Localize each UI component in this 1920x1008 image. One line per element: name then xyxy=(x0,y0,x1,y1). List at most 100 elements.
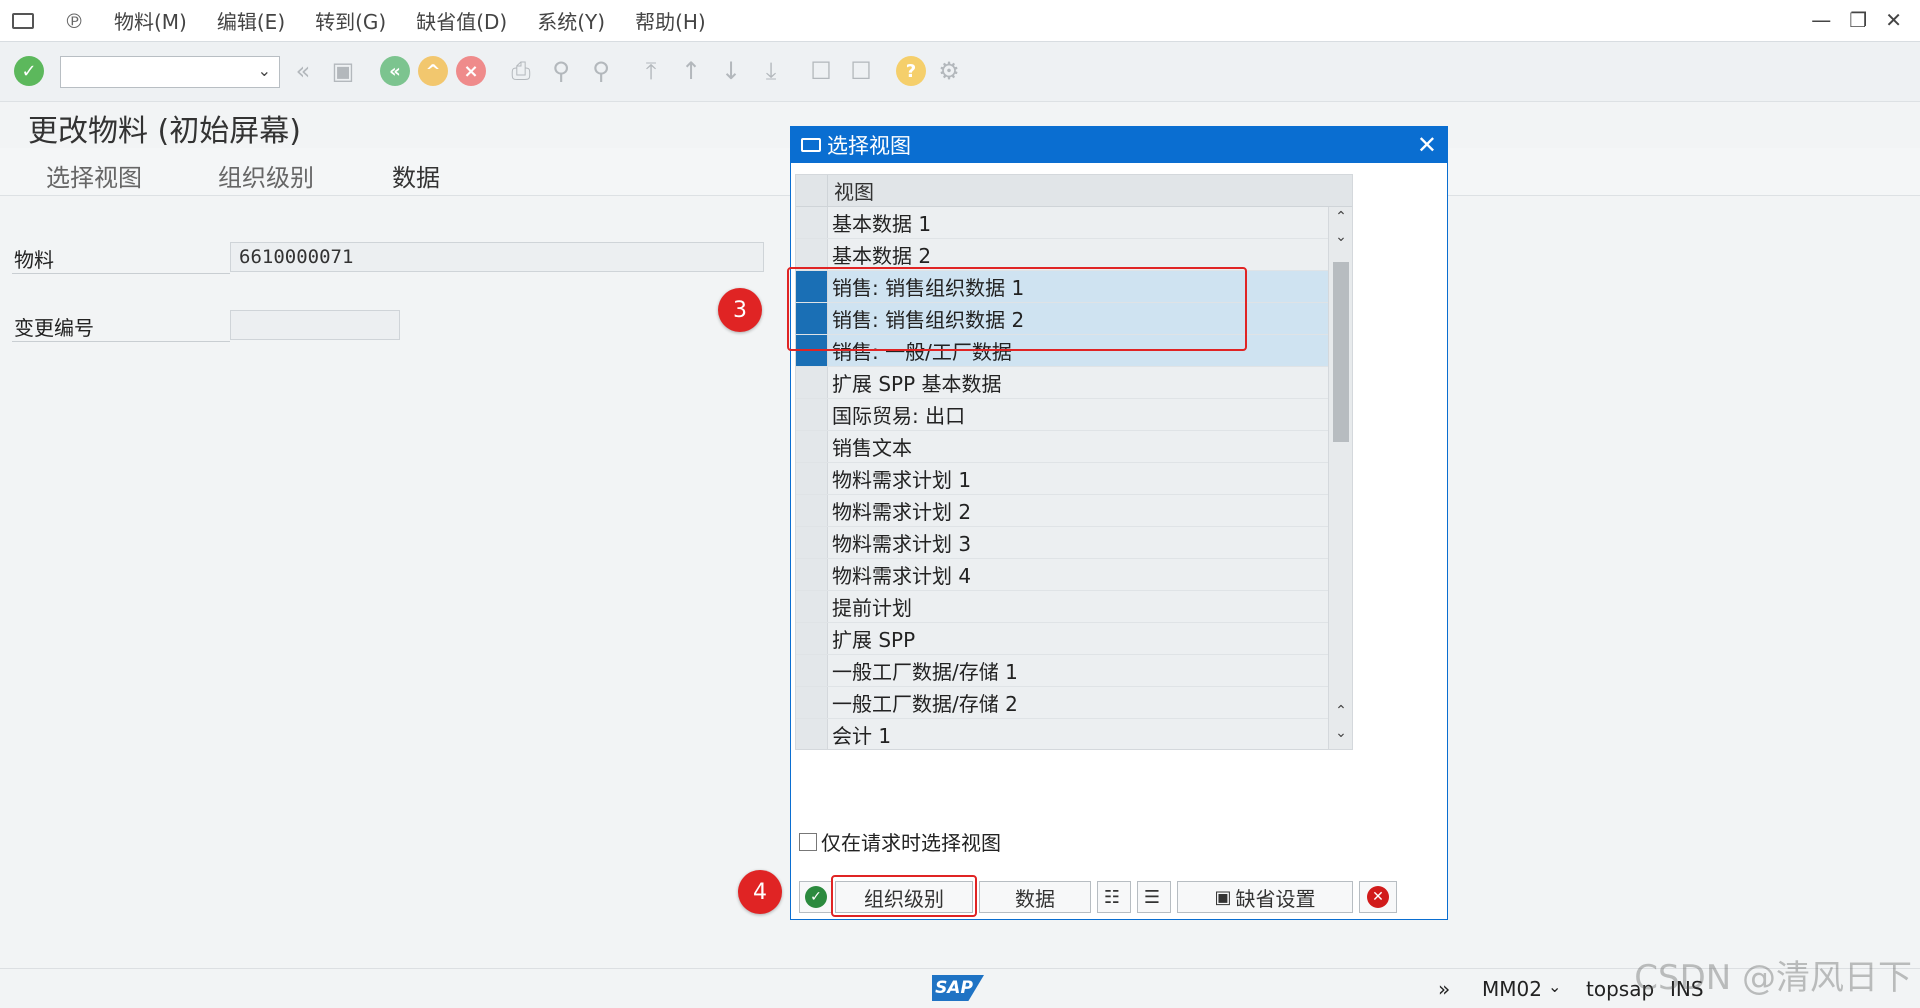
chevron-down-icon[interactable]: ⌄ xyxy=(1548,977,1561,996)
select-all-cell[interactable] xyxy=(796,175,828,207)
row-select-cell[interactable] xyxy=(796,495,828,526)
find-icon[interactable]: ⚲ xyxy=(546,56,576,86)
expand-status-icon[interactable]: » xyxy=(1438,977,1450,1001)
enter-icon[interactable]: ✓ xyxy=(14,56,44,86)
view-label: 物料需求计划 3 xyxy=(832,532,972,556)
deselect-all-button[interactable]: ☰ xyxy=(1137,881,1171,913)
restore-icon[interactable]: ❐ xyxy=(1849,8,1867,32)
save-icon[interactable]: ▣ xyxy=(328,56,358,86)
row-select-cell[interactable] xyxy=(796,527,828,558)
exit-icon[interactable]: ^ xyxy=(418,56,448,86)
minimize-icon[interactable]: — xyxy=(1811,8,1831,32)
previous-page-icon[interactable]: ↑ xyxy=(676,56,706,86)
close-window-icon[interactable]: ✕ xyxy=(1885,8,1902,32)
table-row[interactable]: 物料需求计划 2 xyxy=(796,495,1352,527)
row-select-cell[interactable] xyxy=(796,463,828,494)
table-row[interactable]: 基本数据 1 xyxy=(796,207,1352,239)
gear-icon[interactable]: ⚙ xyxy=(934,56,964,86)
step-badge-4: 4 xyxy=(738,870,782,914)
table-row[interactable]: 扩展 SPP 基本数据 xyxy=(796,367,1352,399)
menu-system[interactable]: 系统(Y) xyxy=(537,6,605,35)
row-select-cell[interactable] xyxy=(796,431,828,462)
row-select-cell[interactable] xyxy=(796,367,828,398)
menu-edit[interactable]: 编辑(E) xyxy=(217,6,285,35)
row-select-cell[interactable] xyxy=(796,559,828,590)
default-settings-button[interactable]: ▣ 缺省设置 xyxy=(1177,881,1353,913)
table-row[interactable]: 扩展 SPP xyxy=(796,623,1352,655)
table-row[interactable]: 物料需求计划 4 xyxy=(796,559,1352,591)
view-label: 提前计划 xyxy=(832,596,912,620)
view-label: 物料需求计划 2 xyxy=(832,500,972,524)
highlight-org-levels xyxy=(831,875,977,917)
table-row[interactable]: 物料需求计划 3 xyxy=(796,527,1352,559)
last-page-icon[interactable]: ⤓ xyxy=(756,56,786,86)
views-table-header: 视图 xyxy=(796,175,1352,207)
next-page-icon[interactable]: ↓ xyxy=(716,56,746,86)
only-on-request-checkbox[interactable] xyxy=(799,832,817,851)
only-on-request-label: 仅在请求时选择视图 xyxy=(821,831,1001,855)
watermark: CSDN @清风日下 xyxy=(1634,958,1912,998)
command-field[interactable]: ⌄ xyxy=(60,56,280,88)
scroll-thumb[interactable] xyxy=(1333,262,1349,442)
data-button[interactable]: 数据 xyxy=(392,158,440,193)
row-select-cell[interactable] xyxy=(796,623,828,654)
select-all-icon: ☷ xyxy=(1103,886,1121,908)
print-icon[interactable]: ⎙ xyxy=(506,56,536,86)
row-select-cell[interactable] xyxy=(796,207,828,238)
views-table: 视图 基本数据 1 基本数据 2 销售: 销售组织数据 1 销售: 销售组织数据 2销… xyxy=(795,174,1353,750)
scroll-up-icon[interactable]: ⌃ xyxy=(1329,209,1352,225)
change-number-input[interactable] xyxy=(230,310,400,340)
table-row[interactable]: 国际贸易: 出口 xyxy=(796,399,1352,431)
cancel-icon[interactable]: × xyxy=(456,56,486,86)
table-row[interactable]: 一般工厂数据/存储 2 xyxy=(796,687,1352,719)
view-label: 一般工厂数据/存储 2 xyxy=(832,692,1018,716)
views-scrollbar[interactable]: ⌃ ⌄ ⌃ ⌄ xyxy=(1328,207,1352,749)
first-page-icon[interactable]: ⤒ xyxy=(636,56,666,86)
table-row[interactable]: 提前计划 xyxy=(796,591,1352,623)
personalize-icon[interactable]: ℗ xyxy=(64,11,84,31)
chevron-down-icon[interactable]: ⌄ xyxy=(258,61,271,80)
data-dialog-button[interactable]: 数据 xyxy=(979,881,1091,913)
page-up-icon[interactable]: ⌃ xyxy=(1329,703,1352,719)
view-label: 国际贸易: 出口 xyxy=(832,404,966,428)
back-double-icon[interactable]: « xyxy=(288,56,318,86)
table-row[interactable]: 一般工厂数据/存储 1 xyxy=(796,655,1352,687)
menu-material[interactable]: 物料(M) xyxy=(114,6,187,35)
cancel-button[interactable]: ✕ xyxy=(1359,881,1397,913)
row-select-cell[interactable] xyxy=(796,719,828,749)
only-on-request-option[interactable]: 仅在请求时选择视图 xyxy=(799,827,1001,856)
row-select-cell[interactable] xyxy=(796,687,828,718)
back-icon[interactable]: « xyxy=(380,56,410,86)
table-row[interactable]: 会计 1 xyxy=(796,719,1352,749)
scroll-down-icon[interactable]: ⌄ xyxy=(1329,229,1352,245)
row-select-cell[interactable] xyxy=(796,591,828,622)
menu-bar: ℗ 物料(M) 编辑(E) 转到(G) 缺省值(D) 系统(Y) 帮助(H) —… xyxy=(0,0,1920,42)
step-badge-3: 3 xyxy=(718,288,762,332)
create-session-icon[interactable]: ☐ xyxy=(806,56,836,86)
system-menu-icon[interactable] xyxy=(12,12,34,29)
table-row[interactable]: 销售文本 xyxy=(796,431,1352,463)
row-select-cell[interactable] xyxy=(796,239,828,270)
menu-defaults[interactable]: 缺省值(D) xyxy=(416,6,507,35)
column-header-view: 视图 xyxy=(834,180,874,204)
row-select-cell[interactable] xyxy=(796,655,828,686)
view-label: 一般工厂数据/存储 1 xyxy=(832,660,1018,684)
select-all-button[interactable]: ☷ xyxy=(1097,881,1131,913)
continue-button[interactable]: ✓ xyxy=(799,881,833,913)
org-levels-button[interactable]: 组织级别 xyxy=(218,158,314,193)
close-icon[interactable]: ✕ xyxy=(1417,131,1437,159)
view-label: 销售文本 xyxy=(832,436,912,460)
help-icon[interactable]: ? xyxy=(896,56,926,86)
sap-logo: SAP xyxy=(932,975,984,1001)
find-next-icon[interactable]: ⚲ xyxy=(586,56,616,86)
menu-goto[interactable]: 转到(G) xyxy=(315,6,386,35)
material-input[interactable]: 6610000071 xyxy=(230,242,764,272)
deselect-all-icon: ☰ xyxy=(1143,886,1161,908)
select-views-button[interactable]: 选择视图 xyxy=(46,158,142,193)
material-label: 物料 xyxy=(12,244,230,274)
shortcut-icon[interactable]: ☐ xyxy=(846,56,876,86)
menu-help[interactable]: 帮助(H) xyxy=(635,6,706,35)
row-select-cell[interactable] xyxy=(796,399,828,430)
table-row[interactable]: 物料需求计划 1 xyxy=(796,463,1352,495)
page-down-icon[interactable]: ⌄ xyxy=(1329,725,1352,741)
